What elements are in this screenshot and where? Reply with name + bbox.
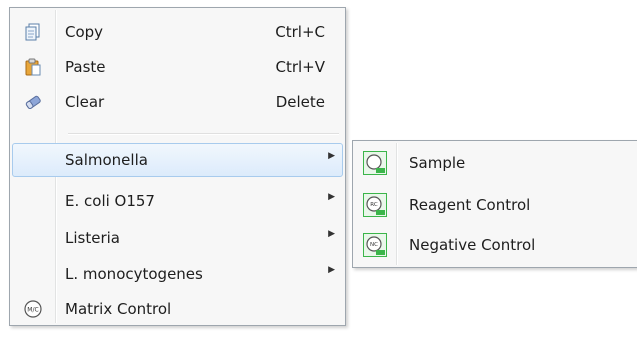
submenu-item-sample[interactable]: Sample	[355, 144, 635, 182]
submenu-item-label: Sample	[409, 154, 466, 172]
menu-item-matrix-control[interactable]: M/C Matrix Control	[12, 292, 343, 326]
matrix-control-icon: M/C	[23, 299, 43, 319]
submenu-item-negative-control[interactable]: NC Negative Control	[355, 226, 635, 264]
submenu-arrow-icon: ▶	[328, 229, 335, 239]
menu-item-salmonella[interactable]: Salmonella ▶	[12, 143, 343, 177]
menu-item-l-monocytogenes[interactable]: L. monocytogenes ▶	[12, 257, 343, 291]
shortcut-text: Ctrl+V	[275, 58, 325, 76]
matrix-control-icon-text: M/C	[27, 307, 38, 314]
menu-item-e-coli-o157[interactable]: E. coli O157 ▶	[12, 184, 343, 218]
reagent-control-icon: RC	[363, 193, 387, 217]
menu-item-label: Matrix Control	[65, 300, 172, 318]
eraser-icon	[23, 92, 43, 112]
sample-icon	[363, 151, 387, 175]
menu-item-label: Listeria	[65, 229, 120, 247]
negative-control-icon-text: NC	[370, 242, 378, 248]
menu-item-label: Clear	[65, 93, 105, 111]
shortcut-text: Ctrl+C	[275, 23, 325, 41]
paste-icon	[23, 57, 43, 77]
menu-item-clear[interactable]: Clear Delete	[12, 85, 343, 119]
shortcut-text: Delete	[275, 93, 325, 111]
menu-item-label: Salmonella	[65, 151, 148, 169]
submenu-item-label: Reagent Control	[409, 196, 531, 214]
submenu-arrow-icon: ▶	[328, 151, 335, 161]
copy-icon	[23, 22, 43, 42]
menu-separator	[68, 133, 339, 135]
submenu-item-label: Negative Control	[409, 236, 536, 254]
salmonella-submenu: Sample RC Reagent Control NC Negative Co…	[352, 140, 637, 268]
menu-item-paste[interactable]: Paste Ctrl+V	[12, 50, 343, 84]
context-menu: Copy Ctrl+C Paste Ctrl+V Clear Delete Sa…	[9, 7, 346, 326]
menu-item-label: E. coli O157	[65, 192, 155, 210]
reagent-control-icon-text: RC	[370, 202, 378, 208]
menu-item-label: Paste	[65, 58, 106, 76]
negative-control-icon: NC	[363, 233, 387, 257]
submenu-item-reagent-control[interactable]: RC Reagent Control	[355, 186, 635, 224]
menu-item-label: L. monocytogenes	[65, 265, 203, 283]
menu-item-copy[interactable]: Copy Ctrl+C	[12, 15, 343, 49]
menu-item-listeria[interactable]: Listeria ▶	[12, 221, 343, 255]
submenu-arrow-icon: ▶	[328, 192, 335, 202]
menu-item-label: Copy	[65, 23, 104, 41]
submenu-arrow-icon: ▶	[328, 265, 335, 275]
